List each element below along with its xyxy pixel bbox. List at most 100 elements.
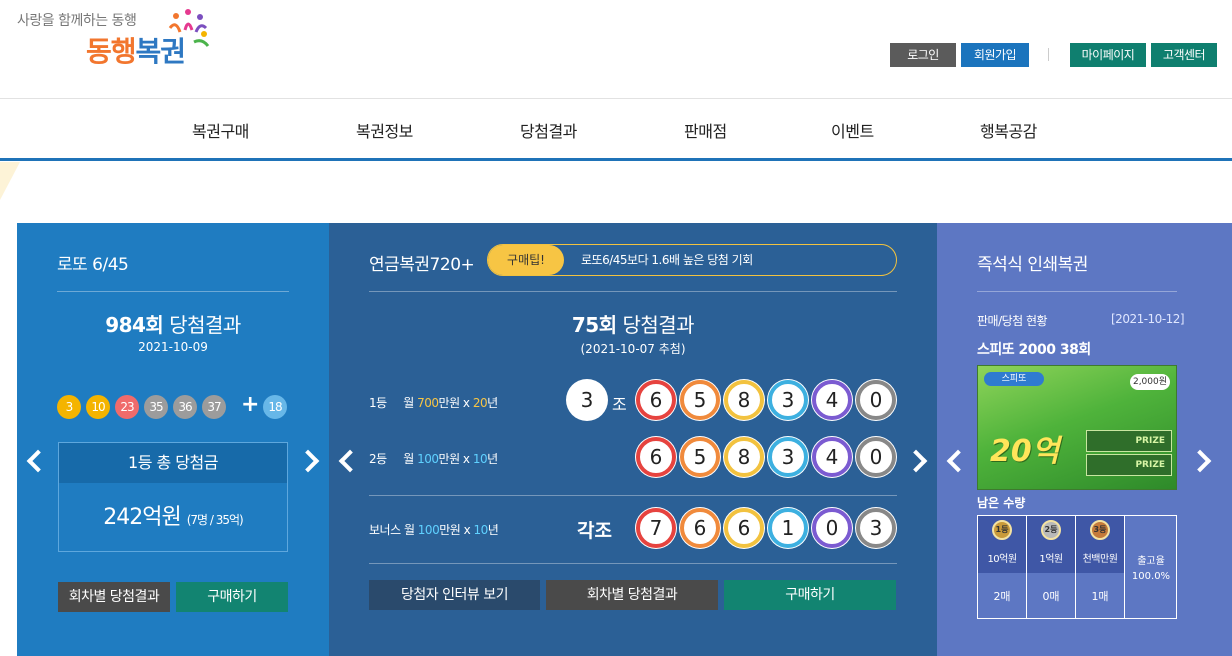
release-rate-label: 출고율 bbox=[1137, 556, 1165, 567]
bonus-digit-6: 3 bbox=[856, 508, 896, 548]
rank1-mid: 만원 x bbox=[438, 396, 473, 410]
bonus-each-group: 각조 bbox=[577, 520, 612, 542]
purchase-tip: 구매팁! 로또6/45보다 1.6배 높은 당첨 기회 bbox=[487, 244, 897, 276]
nav-item-happiness[interactable]: 행복공감 bbox=[980, 118, 1037, 142]
lotto-buy-button[interactable]: 구매하기 bbox=[176, 582, 288, 612]
pension-panel: 연금복권720+ 구매팁! 로또6/45보다 1.6배 높은 당첨 기회 75회… bbox=[329, 223, 937, 656]
main-navigation: 복권구매 복권정보 당첨결과 판매점 이벤트 행복공감 bbox=[0, 98, 1232, 161]
lotto-ball-5: 36 bbox=[173, 395, 197, 419]
rank1-group-jo: 조 bbox=[612, 395, 627, 414]
tier-1: 1등 10억원 2매 bbox=[978, 516, 1027, 618]
pension-divider-mid bbox=[369, 495, 897, 496]
tip-label: 구매팁! bbox=[488, 245, 564, 275]
rank2-mid: 만원 x bbox=[438, 452, 473, 466]
pension-draw-label: 당첨결과 bbox=[622, 313, 695, 337]
lotto-next-arrow-icon[interactable] bbox=[296, 449, 320, 473]
rank2-post: 년 bbox=[487, 452, 498, 466]
lotto-draw-date: 2021-10-09 bbox=[138, 340, 208, 354]
rank2-years: 10 bbox=[472, 452, 488, 466]
rank1-digit-3: 8 bbox=[724, 380, 764, 420]
logo-people-icon bbox=[168, 9, 210, 47]
rank1-digit-6: 0 bbox=[856, 380, 896, 420]
tier-1-medal-icon: 1등 bbox=[992, 520, 1012, 540]
rank2-name: 2등 bbox=[369, 452, 387, 466]
ticket-top-prize: 20억 bbox=[990, 434, 1060, 469]
mypage-button[interactable]: 마이페이지 bbox=[1070, 43, 1146, 67]
logo-tagline: 사랑을 함께하는 동행 bbox=[17, 13, 137, 29]
tier-3-medal-icon: 3등 bbox=[1090, 520, 1110, 540]
tier-1-name: 10억원 bbox=[987, 554, 1017, 565]
instant-prev-arrow-icon[interactable] bbox=[946, 449, 970, 473]
bonus-name: 보너스 bbox=[369, 523, 401, 537]
pension-draw-date: (2021-10-07 추첨) bbox=[580, 342, 686, 356]
ticket-prize-slot-2: PRIZE bbox=[1086, 454, 1172, 476]
bonus-amount: 100 bbox=[417, 523, 440, 537]
ticket-logo: 스피또 bbox=[984, 372, 1044, 386]
bonus-digit-3: 6 bbox=[724, 508, 764, 548]
pension-bonus-label: 보너스 월 100만원 x 10년 bbox=[369, 521, 499, 538]
rank1-digit-5: 4 bbox=[812, 380, 852, 420]
bonus-digit-5: 0 bbox=[812, 508, 852, 548]
rank2-digit-4: 3 bbox=[768, 437, 808, 477]
pension-prev-arrow-icon[interactable] bbox=[338, 449, 362, 473]
lotto-bonus-ball: 18 bbox=[263, 395, 287, 419]
pension-interview-button[interactable]: 당첨자 인터뷰 보기 bbox=[369, 580, 540, 610]
tier-1-count: 2매 bbox=[993, 590, 1011, 603]
bonus-years: 10 bbox=[473, 523, 489, 537]
nav-item-info[interactable]: 복권정보 bbox=[356, 118, 413, 142]
release-rate: 출고율 100.0% bbox=[1125, 554, 1177, 584]
rank2-digit-1: 6 bbox=[636, 437, 676, 477]
lotto-prev-arrow-icon[interactable] bbox=[26, 449, 50, 473]
lotto-ball-6: 37 bbox=[202, 395, 226, 419]
rank1-digit-2: 5 bbox=[680, 380, 720, 420]
tier-3-name: 천백만원 bbox=[1082, 554, 1118, 565]
tier-3-head: 3등 천백만원 bbox=[1076, 516, 1124, 573]
remaining-title: 남은 수량 bbox=[977, 496, 1026, 510]
pension-buy-button[interactable]: 구매하기 bbox=[724, 580, 896, 610]
lotto-prize-box: 1등 총 당첨금 242억원 (7명 / 35억) bbox=[58, 442, 288, 552]
instant-game-name[interactable]: 스피또 2000 38회 bbox=[977, 339, 1091, 359]
rank1-digit-1: 6 bbox=[636, 380, 676, 420]
pension-rank2-label: 2등 월 100만원 x 10년 bbox=[369, 450, 498, 467]
pension-next-arrow-icon[interactable] bbox=[904, 449, 928, 473]
release-rate-value: 100.0% bbox=[1131, 571, 1171, 582]
nav-item-results[interactable]: 당첨결과 bbox=[520, 118, 577, 142]
ticket-prize-slot-1: PRIZE bbox=[1086, 430, 1172, 452]
bonus-plus-sign: + bbox=[241, 392, 260, 417]
ticket-price: 2,000원 bbox=[1130, 374, 1170, 390]
customer-center-button[interactable]: 고객센터 bbox=[1151, 43, 1217, 67]
rank1-pre: 월 bbox=[403, 396, 418, 410]
rank1-post: 년 bbox=[487, 396, 498, 410]
speetto-ticket-image[interactable]: 스피또 2,000원 20억 PRIZE PRIZE bbox=[977, 365, 1177, 490]
bonus-digit-4: 1 bbox=[768, 508, 808, 548]
nav-item-stores[interactable]: 판매점 bbox=[684, 118, 727, 142]
pension-rank1-label: 1등 월 700만원 x 20년 bbox=[369, 394, 498, 411]
instant-panel: 즉석식 인쇄복권 판매/당첨 현황 [2021-10-12] 스피또 2000 … bbox=[937, 223, 1232, 656]
nav-item-event[interactable]: 이벤트 bbox=[831, 118, 874, 142]
rank2-digit-6: 0 bbox=[856, 437, 896, 477]
bonus-post: 년 bbox=[487, 523, 499, 537]
pension-draw-no: 75회 bbox=[571, 313, 617, 337]
nav-item-buy[interactable]: 복권구매 bbox=[192, 118, 249, 142]
tier-2-count: 0매 bbox=[1042, 590, 1060, 603]
lotto-history-button[interactable]: 회차별 당첨결과 bbox=[58, 582, 170, 612]
rank2-digit-3: 8 bbox=[724, 437, 764, 477]
lotto-title[interactable]: 로또 6/45 bbox=[57, 250, 129, 275]
tier-1-head: 1등 10억원 bbox=[978, 516, 1026, 573]
login-button[interactable]: 로그인 bbox=[890, 43, 956, 67]
join-button[interactable]: 회원가입 bbox=[961, 43, 1029, 67]
rank2-digit-2: 5 bbox=[680, 437, 720, 477]
lotto-panel: 로또 6/45 984회 당첨결과 2021-10-09 3 10 23 35 36 37… bbox=[17, 223, 329, 656]
pension-title[interactable]: 연금복권720+ bbox=[369, 250, 475, 275]
rank1-digit-4: 3 bbox=[768, 380, 808, 420]
instant-title[interactable]: 즉석식 인쇄복권 bbox=[977, 250, 1088, 275]
pension-divider-bottom bbox=[369, 563, 897, 564]
rank1-name: 1등 bbox=[369, 396, 387, 410]
instant-next-arrow-icon[interactable] bbox=[1188, 449, 1212, 473]
bonus-pre: 월 bbox=[400, 523, 418, 537]
tier-2-head: 2등 1억원 bbox=[1027, 516, 1075, 573]
tier-2: 2등 1억원 0매 bbox=[1027, 516, 1076, 618]
pension-history-button[interactable]: 회차별 당첨결과 bbox=[546, 580, 718, 610]
lotto-ball-3: 23 bbox=[115, 395, 139, 419]
lotto-ball-2: 10 bbox=[86, 395, 110, 419]
